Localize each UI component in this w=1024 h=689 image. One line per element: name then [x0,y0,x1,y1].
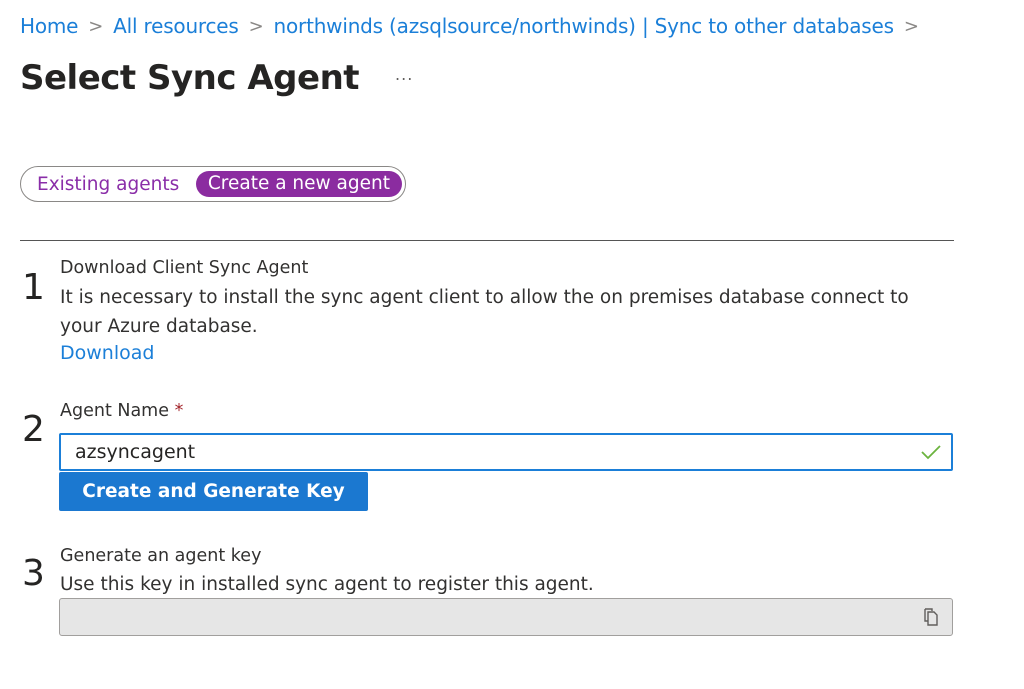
breadcrumb-separator: > [903,15,919,37]
step-1-description: It is necessary to install the sync agen… [60,287,909,337]
title-row: Select Sync Agent ... [20,58,413,98]
copy-icon[interactable] [922,607,940,627]
agent-name-field[interactable] [59,433,953,471]
ellipsis-icon: ... [395,64,414,84]
step-number-2: 2 [22,409,45,450]
breadcrumb: Home > All resources > northwinds (azsql… [20,14,929,38]
required-marker: * [174,401,184,421]
step-3-title: Generate an agent key [60,546,262,566]
breadcrumb-separator: > [88,15,104,37]
step-number-1: 1 [22,267,45,308]
agent-mode-toggle: Existing agents Create a new agent [20,166,406,202]
create-and-generate-key-button[interactable]: Create and Generate Key [59,472,368,511]
breadcrumb-sync-to-other-databases[interactable]: northwinds (azsqlsource/northwinds) | Sy… [274,14,894,38]
agent-name-label: Agent Name * [60,401,183,421]
toggle-existing-agents[interactable]: Existing agents [37,174,179,195]
section-divider [20,240,954,241]
download-link[interactable]: Download [60,342,154,364]
step-1-title: Download Client Sync Agent [60,258,309,278]
agent-name-label-text: Agent Name [60,401,169,421]
breadcrumb-separator: > [248,15,264,37]
step-3-description: Use this key in installed sync agent to … [60,574,594,595]
checkmark-icon [921,445,941,460]
page-title: Select Sync Agent [20,58,360,98]
breadcrumb-all-resources[interactable]: All resources [113,14,239,38]
agent-key-field[interactable] [59,598,953,636]
agent-name-input[interactable] [75,441,921,463]
step-number-3: 3 [22,553,45,594]
breadcrumb-home[interactable]: Home [20,14,78,38]
more-options-button[interactable]: ... [395,65,413,84]
toggle-create-new-agent[interactable]: Create a new agent [195,171,402,197]
